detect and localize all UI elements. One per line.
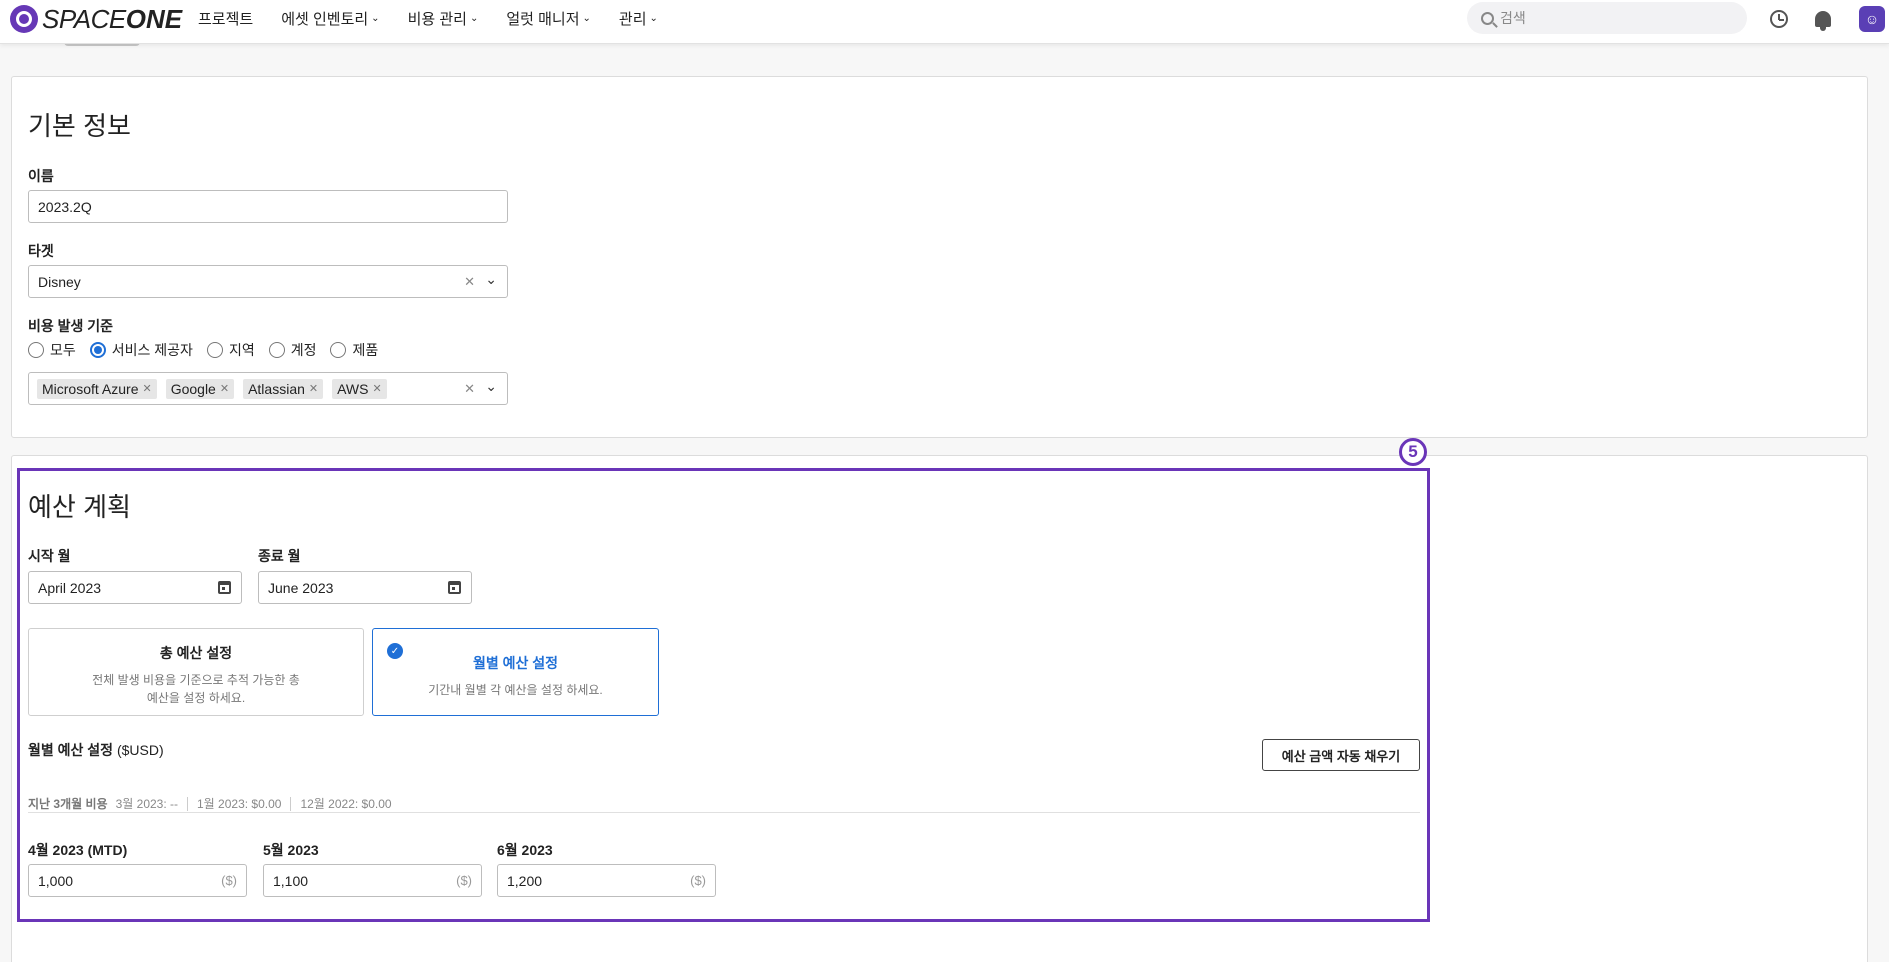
logo-text: SPACEONE (42, 4, 183, 34)
tag-atlassian: Atlassian ✕ (243, 378, 324, 399)
total-budget-option[interactable]: 총 예산 설정 전체 발생 비용을 기준으로 추적 가능한 총 예산을 설정 하… (28, 628, 364, 716)
monthly-budget-option[interactable]: ✓ 월별 예산 설정 기간내 월별 각 예산을 설정 하세요. (372, 628, 659, 716)
radio-product[interactable]: 제품 (330, 340, 378, 360)
radio-circle (330, 342, 347, 358)
tag-microsoft-azure: Microsoft Azure ✕ (37, 378, 157, 399)
radio-circle (268, 342, 285, 358)
monthly-budget-title: 월별 예산 설정 (472, 655, 559, 671)
chevron-down-icon: ⌄ (582, 12, 591, 24)
tag-aws: AWS ✕ (332, 378, 387, 399)
name-label: 이름 (28, 168, 54, 184)
start-month-picker[interactable]: April 2023 (28, 571, 242, 604)
target-select[interactable]: Disney ✕ ⌄ (28, 265, 508, 298)
target-value: Disney (38, 273, 81, 290)
provider-multiselect[interactable]: Microsoft Azure ✕ Google ✕ Atlassian ✕ AWS ✕… (28, 372, 508, 405)
radio-circle-checked (89, 342, 106, 358)
chevron-down-icon: ⌄ (469, 12, 479, 24)
menu-item-administration[interactable]: 관리 ⌄ (619, 8, 658, 29)
month-label-april: 4월 2023 (MTD) (28, 842, 128, 858)
tag-remove-icon[interactable]: ✕ (220, 382, 229, 395)
radio-region[interactable]: 지역 (206, 340, 255, 360)
month-label-june: 6월 2023 (497, 842, 553, 858)
amount-input-june[interactable]: 1,200 ($) (497, 864, 716, 897)
total-budget-desc: 전체 발생 비용을 기준으로 추적 가능한 총 예산을 설정 하세요. (92, 673, 300, 705)
month-label-may: 5월 2023 (263, 842, 319, 858)
search-input[interactable]: 검색 (1467, 2, 1747, 34)
start-month-value: April 2023 (38, 579, 102, 596)
tag-remove-icon[interactable]: ✕ (372, 382, 381, 395)
tag-remove-icon[interactable]: ✕ (309, 382, 318, 395)
chevron-down-icon: ⌄ (371, 12, 380, 24)
monthly-budget-desc: 기간내 월별 각 예산을 설정 하세요. (428, 683, 603, 697)
cost-basis-radio-group: 모두 서비스 제공자 지역 계정 제품 (28, 340, 392, 360)
check-circle-icon: ✓ (387, 643, 403, 659)
name-input[interactable]: 2023.2Q (28, 190, 508, 223)
calendar-icon[interactable] (218, 581, 231, 594)
autofill-budget-button[interactable]: 예산 금액 자동 채우기 (1262, 739, 1420, 771)
tag-google: Google ✕ (165, 378, 235, 399)
amount-input-april[interactable]: 1,000 ($) (28, 864, 247, 897)
monthly-budget-section-label: 월별 예산 설정 ($USD) (28, 742, 164, 758)
radio-circle (206, 342, 223, 358)
menu-item-asset-inventory[interactable]: 에셋 인벤토리 ⌄ (281, 8, 379, 29)
menu-item-cost-management[interactable]: 비용 관리 ⌄ (408, 8, 479, 29)
radio-circle (28, 342, 44, 358)
calendar-icon[interactable] (448, 581, 461, 594)
top-navigation: SPACEONE 프로젝트 에셋 인벤토리 ⌄ 비용 관리 ⌄ 얼럿 매니저 ⌄ 관리… (0, 0, 1889, 44)
end-month-label: 종료 월 (258, 548, 301, 564)
divider (28, 812, 1420, 813)
radio-service-provider[interactable]: 서비스 제공자 (89, 340, 193, 360)
radio-account[interactable]: 계정 (268, 340, 316, 360)
main-menu: 프로젝트 에셋 인벤토리 ⌄ 비용 관리 ⌄ 얼럿 매니저 ⌄ 관리 ⌄ (198, 0, 686, 36)
basic-info-title: 기본 정보 (28, 111, 131, 141)
amount-input-may[interactable]: 1,100 ($) (263, 864, 482, 897)
radio-all[interactable]: 모두 (28, 340, 76, 360)
end-month-picker[interactable]: June 2023 (258, 571, 472, 604)
chevron-down-icon[interactable]: ⌄ (485, 378, 497, 395)
total-budget-title: 총 예산 설정 (159, 645, 233, 661)
cost-basis-label: 비용 발생 기준 (28, 318, 114, 334)
chevron-down-icon: ⌄ (649, 12, 658, 24)
step-badge: 5 (1399, 438, 1427, 466)
menu-item-project[interactable]: 프로젝트 (198, 8, 253, 29)
target-label: 타겟 (28, 243, 54, 259)
notification-bell-icon[interactable] (1812, 8, 1834, 31)
end-month-value: June 2023 (268, 579, 334, 596)
recent-history-icon[interactable] (1768, 8, 1790, 30)
clear-icon[interactable]: ✕ (464, 274, 475, 290)
search-icon (1481, 11, 1494, 25)
name-value: 2023.2Q (38, 198, 92, 215)
user-avatar[interactable]: ☺ (1859, 6, 1885, 32)
tag-remove-icon[interactable]: ✕ (142, 382, 151, 395)
spaceone-logo[interactable]: SPACEONE (10, 5, 182, 33)
search-placeholder: 검색 (1500, 10, 1526, 26)
chevron-down-icon[interactable]: ⌄ (485, 271, 497, 288)
logo-mark-icon (10, 5, 38, 33)
past-3-months-cost: 지난 3개월 비용 3월 2023: -- 1월 2023: $0.00 12월… (28, 796, 392, 811)
start-month-label: 시작 월 (28, 548, 71, 564)
menu-item-alert-manager[interactable]: 얼럿 매니저 ⌄ (506, 8, 591, 29)
budget-plan-title: 예산 계획 (28, 492, 131, 522)
clear-icon[interactable]: ✕ (464, 381, 475, 397)
